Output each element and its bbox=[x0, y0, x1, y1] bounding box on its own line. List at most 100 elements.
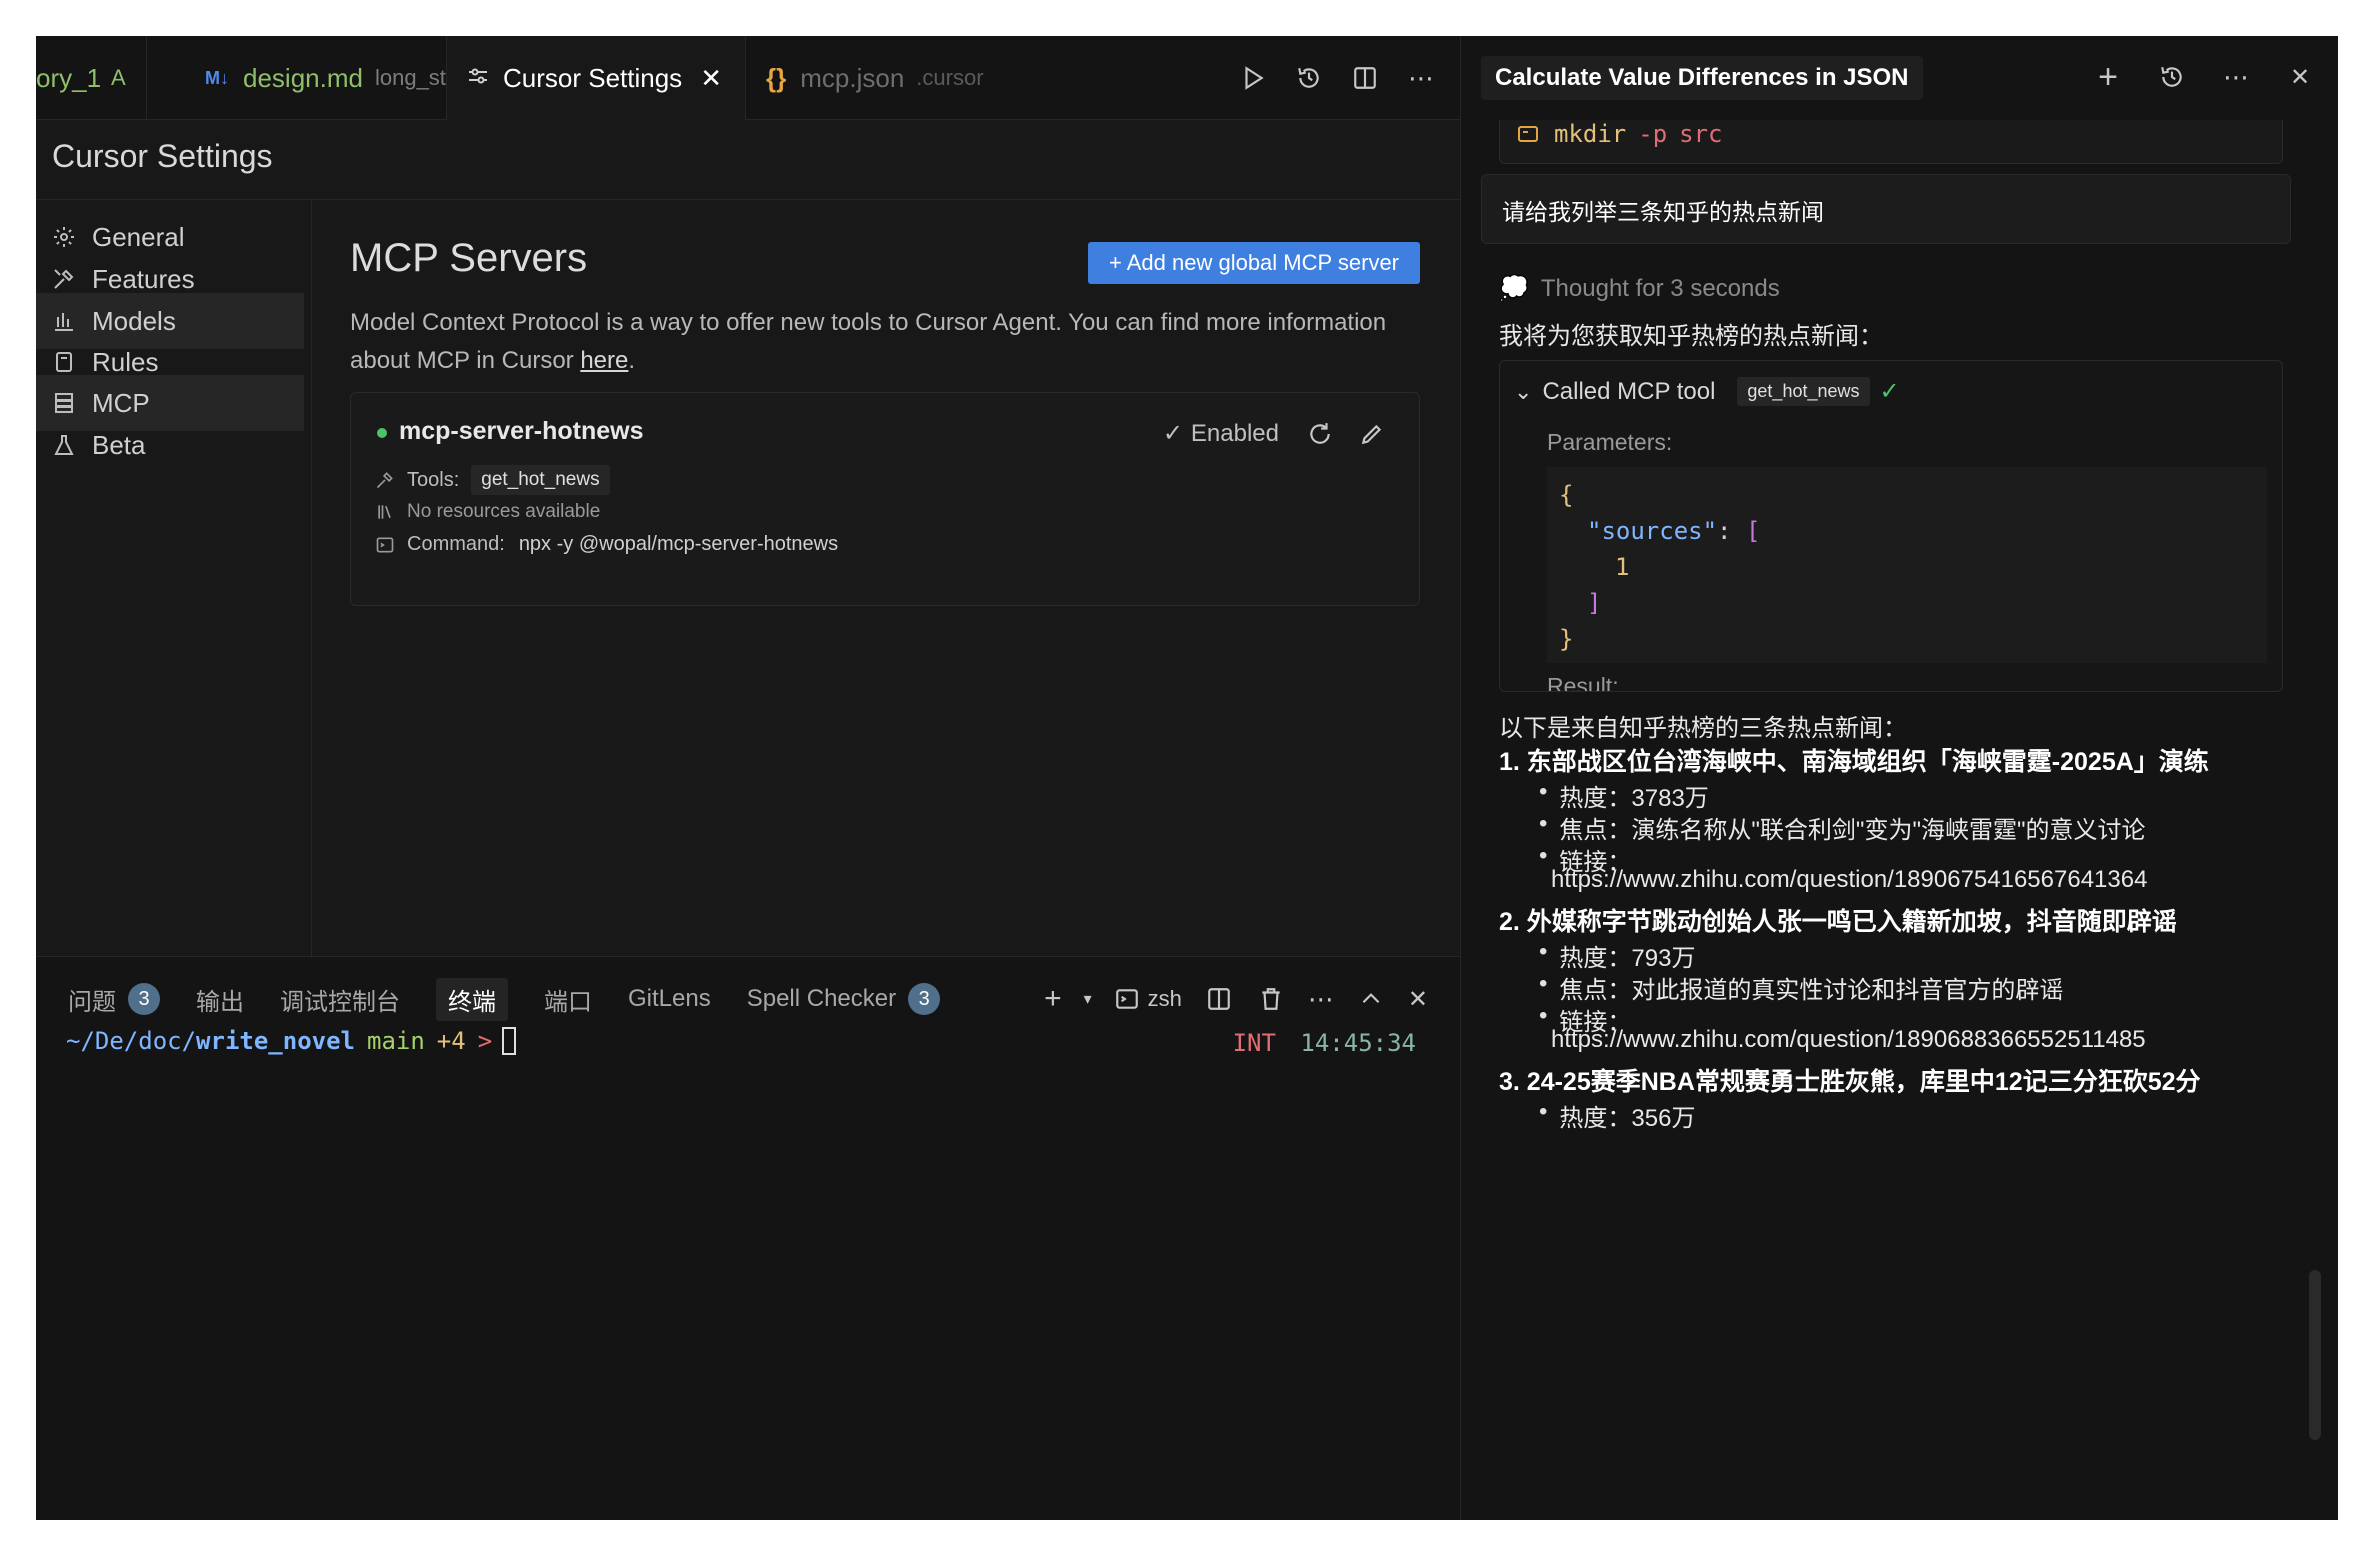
tab-cursor-settings[interactable]: Cursor Settings ✕ bbox=[446, 36, 746, 120]
json-colon: : bbox=[1717, 517, 1732, 545]
app-window: ory_1 A M↓ design.md long_story_1 A Curs… bbox=[36, 36, 2338, 1520]
chat-pane: Calculate Value Differences in JSON + ⋯ … bbox=[1460, 36, 2338, 1520]
sidebar-item-label: Models bbox=[92, 305, 176, 336]
news-link[interactable]: https://www.zhihu.com/question/189067541… bbox=[1551, 866, 2147, 894]
command-value: npx -y @wopal/mcp-server-hotnews bbox=[518, 533, 839, 555]
json-brace: } bbox=[1559, 625, 1574, 653]
command-label: Command: bbox=[407, 533, 505, 555]
news-heat: 热度：793万 bbox=[1539, 938, 1695, 973]
history-icon[interactable] bbox=[1294, 63, 1324, 93]
add-mcp-server-button[interactable]: + Add new global MCP server bbox=[1088, 242, 1420, 284]
prompt-arrow: > bbox=[477, 1027, 493, 1055]
sidebar-item-label: Rules bbox=[92, 346, 159, 377]
edit-icon[interactable] bbox=[1357, 419, 1387, 449]
tab-label: Spell Checker bbox=[746, 985, 897, 1012]
bottom-panel: 问题 3 输出 调试控制台 终端 端口 GitLens Spell Checker… bbox=[36, 956, 1460, 1520]
status-dot bbox=[377, 428, 387, 438]
library-icon bbox=[378, 505, 391, 519]
shell-label: zsh bbox=[1147, 986, 1182, 1011]
tab-mcp-json[interactable]: {} mcp.json .cursor bbox=[748, 36, 1048, 120]
terminal-prompt[interactable]: ~/De/doc/write_novel main +4 > bbox=[66, 1027, 517, 1055]
section-description: Model Context Protocol is a way to offer… bbox=[350, 304, 1420, 380]
command-block: mkdir -p src bbox=[1499, 120, 2283, 164]
new-chat-icon[interactable]: + bbox=[2093, 58, 2123, 96]
thought-bubble-icon: 💭 bbox=[1499, 275, 1529, 302]
json-braces-icon: {} bbox=[766, 62, 787, 93]
close-icon[interactable]: ✕ bbox=[2285, 62, 2315, 92]
tab-problems[interactable]: 问题 3 bbox=[68, 982, 160, 1017]
new-terminal-icon[interactable]: + bbox=[1044, 982, 1062, 1016]
chat-scrollbar[interactable] bbox=[2309, 1270, 2321, 1440]
here-link[interactable]: here bbox=[580, 347, 628, 374]
history-icon[interactable] bbox=[2157, 62, 2187, 92]
result-label: Result: bbox=[1547, 673, 1619, 692]
prompt-branch: main bbox=[367, 1027, 425, 1055]
chevron-down-icon[interactable]: ▾ bbox=[1084, 989, 1092, 1009]
terminal-icon bbox=[1518, 125, 1538, 142]
tab-story[interactable]: ory_1 A bbox=[36, 36, 146, 120]
tab-design-md[interactable]: M↓ design.md long_story_1 A bbox=[146, 36, 526, 120]
more-icon[interactable]: ⋯ bbox=[1308, 984, 1334, 1015]
tab-terminal[interactable]: 终端 bbox=[436, 977, 508, 1021]
news-focus: 焦点：对此报道的真实性讨论和抖音官方的辟谣 bbox=[1539, 970, 2063, 1005]
terminal-status: INT 14:45:34 bbox=[1233, 1029, 1416, 1057]
tool-call-label: Called MCP tool bbox=[1542, 377, 1716, 405]
sidebar-item-label: Beta bbox=[92, 429, 146, 460]
cmd-name: mkdir bbox=[1554, 120, 1627, 148]
more-icon[interactable]: ⋯ bbox=[1406, 63, 1436, 93]
news-title: 3. 24-25赛季NBA常规赛勇士胜灰熊，库里中12记三分狂砍52分 bbox=[1499, 1068, 2201, 1096]
chevron-down-icon: ⌄ bbox=[1514, 378, 1533, 404]
close-icon[interactable]: ✕ bbox=[700, 63, 722, 94]
tab-label: 问题 bbox=[68, 988, 116, 1016]
tools-row: Tools: get_hot_news bbox=[375, 465, 610, 495]
tool-call-header[interactable]: ⌄ Called MCP tool get_hot_news ✓ bbox=[1514, 377, 1900, 406]
tab-output[interactable]: 输出 bbox=[196, 982, 244, 1017]
tab-label: ory_1 bbox=[36, 62, 102, 93]
chat-actions: + ⋯ ✕ bbox=[2093, 58, 2315, 96]
more-icon[interactable]: ⋯ bbox=[2221, 62, 2251, 92]
split-terminal-icon[interactable] bbox=[1204, 984, 1234, 1014]
trash-icon[interactable] bbox=[1256, 984, 1286, 1014]
tab-label: 端口 bbox=[544, 988, 592, 1016]
json-brace: { bbox=[1559, 481, 1574, 509]
chat-title[interactable]: Calculate Value Differences in JSON bbox=[1481, 56, 1923, 100]
panel-actions: + ▾ zsh ⋯ ✕ bbox=[1044, 979, 1428, 1019]
tab-gitlens[interactable]: GitLens bbox=[628, 985, 711, 1013]
news-title: 2. 外媒称字节跳动创始人张一鸣已入籍新加坡，抖音随即辟谣 bbox=[1499, 908, 2177, 936]
run-icon[interactable] bbox=[1238, 63, 1268, 93]
close-icon[interactable]: ✕ bbox=[1408, 985, 1428, 1014]
refresh-icon[interactable] bbox=[1305, 419, 1335, 449]
section-title: MCP Servers bbox=[350, 236, 588, 280]
tab-label: mcp.json bbox=[800, 62, 905, 93]
mcp-server-card: mcp-server-hotnews ✓ Enabled Tools: get_… bbox=[350, 392, 1420, 606]
tab-debug-console[interactable]: 调试控制台 bbox=[280, 982, 400, 1017]
json-bracket: ] bbox=[1587, 589, 1602, 617]
chevron-up-icon[interactable] bbox=[1356, 984, 1386, 1014]
prompt-path: ~/De/doc/ bbox=[66, 1027, 197, 1055]
split-editor-icon[interactable] bbox=[1350, 63, 1380, 93]
tab-label: 调试控制台 bbox=[280, 988, 400, 1016]
terminal-cursor bbox=[502, 1027, 517, 1055]
prompt-dir: write_novel bbox=[196, 1027, 355, 1055]
resources-row: No resources available bbox=[375, 501, 600, 523]
thought-indicator[interactable]: 💭 Thought for 3 seconds bbox=[1499, 274, 1780, 303]
sidebar-item-label: Features bbox=[92, 263, 195, 294]
sidebar-item-beta[interactable]: Beta bbox=[36, 417, 304, 473]
terminal-shell-selector[interactable]: zsh bbox=[1114, 986, 1182, 1012]
tab-spell-checker[interactable]: Spell Checker 3 bbox=[746, 983, 941, 1015]
parameters-json: { "sources": [ 1 ] } bbox=[1547, 467, 2267, 663]
chat-messages[interactable]: mkdir -p src 请给我列举三条知乎的热点新闻 💭 Thought fo… bbox=[1461, 120, 2338, 1520]
status-time: 14:45:34 bbox=[1300, 1029, 1416, 1057]
news-heat: 热度：356万 bbox=[1539, 1098, 1695, 1133]
tab-ports[interactable]: 端口 bbox=[544, 982, 592, 1017]
editor-area: ory_1 A M↓ design.md long_story_1 A Curs… bbox=[36, 36, 1460, 1520]
description-end: . bbox=[628, 347, 636, 374]
bar-chart-icon bbox=[55, 313, 73, 331]
prompt-changes: +4 bbox=[436, 1027, 466, 1055]
json-value: 1 bbox=[1615, 553, 1630, 581]
news-link[interactable]: https://www.zhihu.com/question/189068836… bbox=[1551, 1026, 2146, 1054]
server-enabled-toggle[interactable]: ✓ Enabled bbox=[1163, 419, 1279, 448]
json-bracket: [ bbox=[1745, 517, 1761, 545]
json-key: "sources" bbox=[1587, 517, 1718, 545]
status-mode: INT bbox=[1232, 1029, 1276, 1057]
